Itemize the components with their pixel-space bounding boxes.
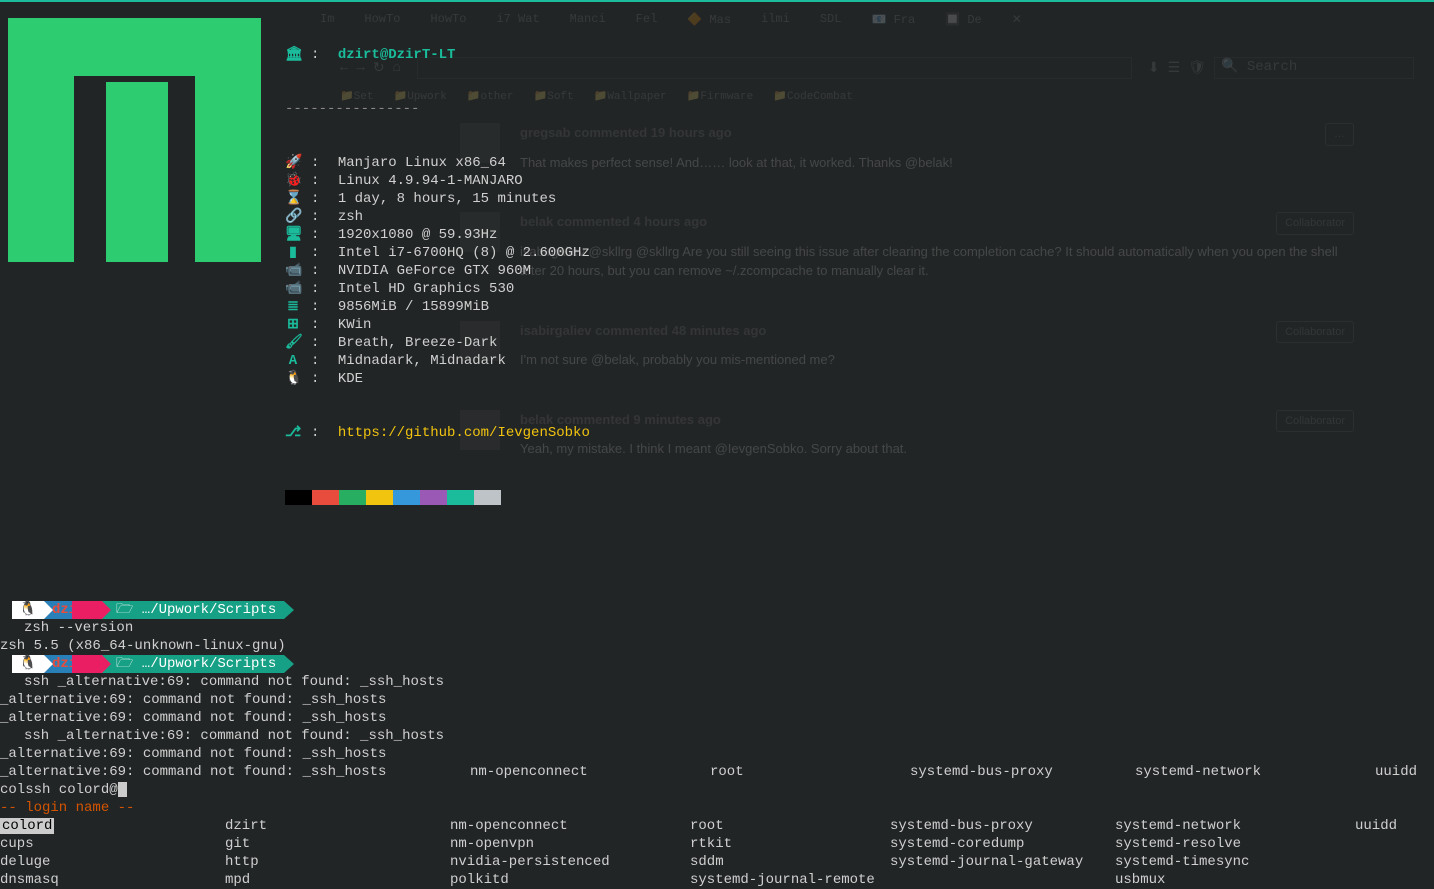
info-value: Midnadark, Midnadark [338,352,506,370]
info-icon: 🐞 [285,172,301,190]
completion-item[interactable]: sddm [690,853,890,871]
info-icon: ▮ [285,244,301,262]
completion-item [890,871,1115,889]
info-value: NVIDIA GeForce GTX 960M [338,262,531,280]
info-value: 1920x1080 @ 59.93Hz [338,226,498,244]
tux-icon: 🐧 [12,655,44,673]
info-value: Intel HD Graphics 530 [338,280,514,298]
prompt-line: 🐧 dzirt 🗁 …/Upwork/Scripts [0,601,1434,619]
completion-item[interactable]: systemd-network [1135,763,1375,781]
prompt-user-segment: dzirt [44,601,102,619]
info-icon: 🔗 [285,208,301,226]
completion-item[interactable]: root [690,817,890,835]
current-input-line[interactable]: colssh colord@ [0,781,1434,799]
error-text: _alternative:69: command not found: _ssh… [0,745,1434,763]
terminal-window[interactable]: 🏛: dzirt@DzirT-LT ---------------- 🚀: Ma… [0,2,1434,670]
completion-header: -- login name -- [0,799,1434,817]
info-icon: ⌛ [285,190,301,208]
completion-item [1355,871,1434,889]
github-icon: ⎇ [285,424,301,442]
completion-item [1355,853,1434,871]
system-info-block: 🏛: dzirt@DzirT-LT ---------------- 🚀: Ma… [285,10,590,541]
completion-item[interactable]: nm-openconnect [450,817,690,835]
completion-item[interactable]: http [225,853,450,871]
completion-item[interactable]: nm-openconnect [470,763,710,781]
completion-item[interactable]: nvidia-persistenced [450,853,690,871]
error-text: _alternative:69: command not found: _ssh… [0,709,1434,727]
completion-item[interactable]: cups [0,835,225,853]
host-icon: 🏛 [285,46,301,64]
command-text: ssh [24,728,58,744]
completion-item[interactable]: dnsmasq [0,871,225,889]
info-icon: 📹 [285,280,301,298]
prompt-path-segment: 🗁 …/Upwork/Scripts [102,601,284,619]
completion-item[interactable]: systemd-journal-gateway [890,853,1115,871]
distro-ascii-logo [8,10,261,263]
tux-icon: 🐧 [12,601,44,619]
info-icon: ≣ [285,298,301,316]
error-text: _alternative:69: command not found: _ssh… [0,763,470,781]
completion-item[interactable]: polkitd [450,871,690,889]
completion-item[interactable]: systemd-network [1115,817,1355,835]
prompt-user-segment: dzirt [44,655,102,673]
error-text: _alternative:69: command not found: _ssh… [58,728,444,744]
completion-item[interactable]: usbmux [1115,871,1355,889]
completion-item[interactable]: deluge [0,853,225,871]
info-icon: A [285,352,301,370]
completion-item[interactable]: nm-openvpn [450,835,690,853]
prompt-path-segment: 🗁 …/Upwork/Scripts [102,655,284,673]
completion-item[interactable]: uuidd [1375,763,1434,781]
command-text: ssh [24,674,58,690]
command-output: zsh 5.5 (x86_64-unknown-linux-gnu) [0,637,1434,655]
info-icon: 🐧 [285,370,301,388]
color-swatches [285,490,590,505]
completion-item[interactable]: systemd-bus-proxy [910,763,1135,781]
prompt-line: 🐧 dzirt 🗁 …/Upwork/Scripts [0,655,1434,673]
error-text: _alternative:69: command not found: _ssh… [58,674,444,690]
completion-grid[interactable]: colorddzirtnm-openconnectrootsystemd-bus… [0,817,1434,889]
completion-item[interactable]: systemd-coredump [890,835,1115,853]
info-icon: 🖥 [285,226,301,244]
info-value: 9856MiB / 15899MiB [338,298,489,316]
info-value: Linux 4.9.94-1-MANJARO [338,172,523,190]
completion-item [1355,835,1434,853]
completion-item[interactable]: systemd-timesync [1115,853,1355,871]
completion-item[interactable]: systemd-bus-proxy [890,817,1115,835]
cursor [118,782,127,797]
user-host: dzirt@DzirT-LT [338,46,456,64]
completion-item[interactable]: dzirt [225,817,450,835]
info-value: 1 day, 8 hours, 15 minutes [338,190,556,208]
info-value: KWin [338,316,372,334]
info-value: Intel i7-6700HQ (8) @ 2.600GHz [338,244,590,262]
info-icon: 🖌 [285,334,301,352]
completion-item[interactable]: systemd-resolve [1115,835,1355,853]
info-icon: ⊞ [285,316,301,334]
completion-item[interactable]: rtkit [690,835,890,853]
info-value: KDE [338,370,363,388]
completion-item[interactable]: systemd-journal-remote [690,871,890,889]
completion-item[interactable]: root [710,763,910,781]
info-icon: 📹 [285,262,301,280]
completion-item[interactable]: git [225,835,450,853]
github-link[interactable]: https://github.com/IevgenSobko [338,424,590,442]
completion-item[interactable]: colord [0,817,225,835]
info-icon: 🚀 [285,154,301,172]
command-line: zsh --version [0,619,1434,637]
info-value: Manjaro Linux x86_64 [338,154,506,172]
error-text: _alternative:69: command not found: _ssh… [0,691,1434,709]
completion-item[interactable]: mpd [225,871,450,889]
completion-item[interactable]: uuidd [1355,817,1434,835]
info-value: Breath, Breeze-Dark [338,334,498,352]
info-value: zsh [338,208,363,226]
